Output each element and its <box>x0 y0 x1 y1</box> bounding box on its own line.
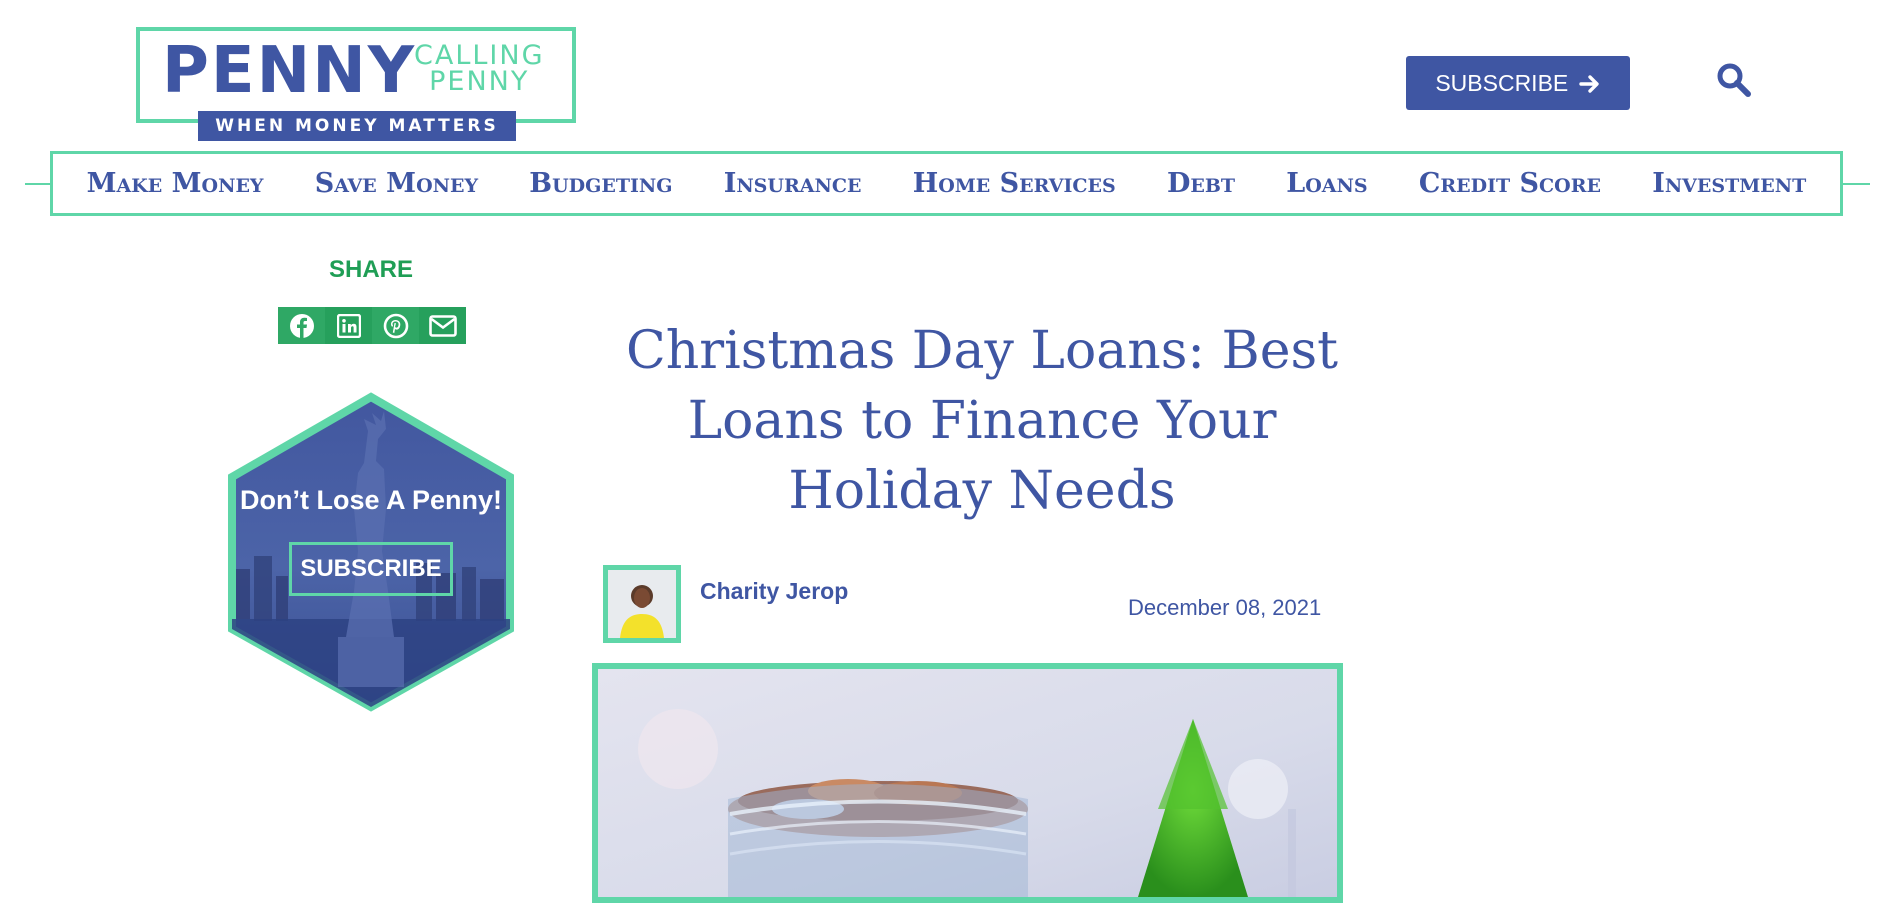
logo-side-text: CALLING PENNY <box>414 42 545 97</box>
arrow-right-icon <box>1578 75 1599 93</box>
nav-item-home-services[interactable]: Home Services <box>913 168 1116 199</box>
article-title: Christmas Day Loans: Best Loans to Finan… <box>625 321 1339 521</box>
nav-item-insurance[interactable]: Insurance <box>724 168 862 199</box>
promo-title: Don’t Lose A Penny! <box>239 485 502 515</box>
author-photo <box>608 570 676 638</box>
share-linkedin-button[interactable] <box>325 307 372 344</box>
author-name[interactable]: Charity Jerop <box>700 578 848 605</box>
share-email-button[interactable] <box>419 307 466 344</box>
logo-tagline: WHEN MONEY MATTERS <box>198 111 516 141</box>
nav-item-make-money[interactable]: Make Money <box>87 168 264 199</box>
article-hero-image <box>592 663 1343 903</box>
nav-item-debt[interactable]: Debt <box>1167 168 1235 199</box>
header-subscribe-button[interactable]: SUBSCRIBE <box>1406 56 1630 110</box>
share-buttons <box>278 307 466 344</box>
nav-line-right <box>1840 183 1870 185</box>
author-avatar[interactable] <box>603 565 681 643</box>
promo-subscribe-button[interactable]: SUBSCRIBE <box>289 542 453 596</box>
share-facebook-button[interactable] <box>278 307 325 344</box>
logo-wordmark: PENNY <box>162 34 417 108</box>
nav-item-loans[interactable]: Loans <box>1286 168 1367 199</box>
linkedin-icon <box>336 313 361 338</box>
pinterest-icon <box>383 313 408 338</box>
header-subscribe-label: SUBSCRIBE <box>1435 70 1569 96</box>
search-icon[interactable] <box>1716 62 1752 98</box>
nav-item-investment[interactable]: Investment <box>1652 168 1806 199</box>
main-nav: Make Money Save Money Budgeting Insuranc… <box>50 151 1843 216</box>
coin-jar-christmas-tree-image <box>598 669 1337 897</box>
share-label: SHARE <box>328 256 413 283</box>
nav-item-credit-score[interactable]: Credit Score <box>1419 168 1601 199</box>
publish-date: December 08, 2021 <box>1128 595 1322 620</box>
nav-item-budgeting[interactable]: Budgeting <box>529 168 672 199</box>
logo-side-line2: PENNY <box>429 66 530 97</box>
email-icon <box>428 314 457 337</box>
site-logo[interactable]: PENNY CALLING PENNY WHEN MONEY MATTERS <box>136 27 576 141</box>
nav-item-save-money[interactable]: Save Money <box>315 168 478 199</box>
share-pinterest-button[interactable] <box>372 307 419 344</box>
facebook-icon <box>289 313 314 338</box>
